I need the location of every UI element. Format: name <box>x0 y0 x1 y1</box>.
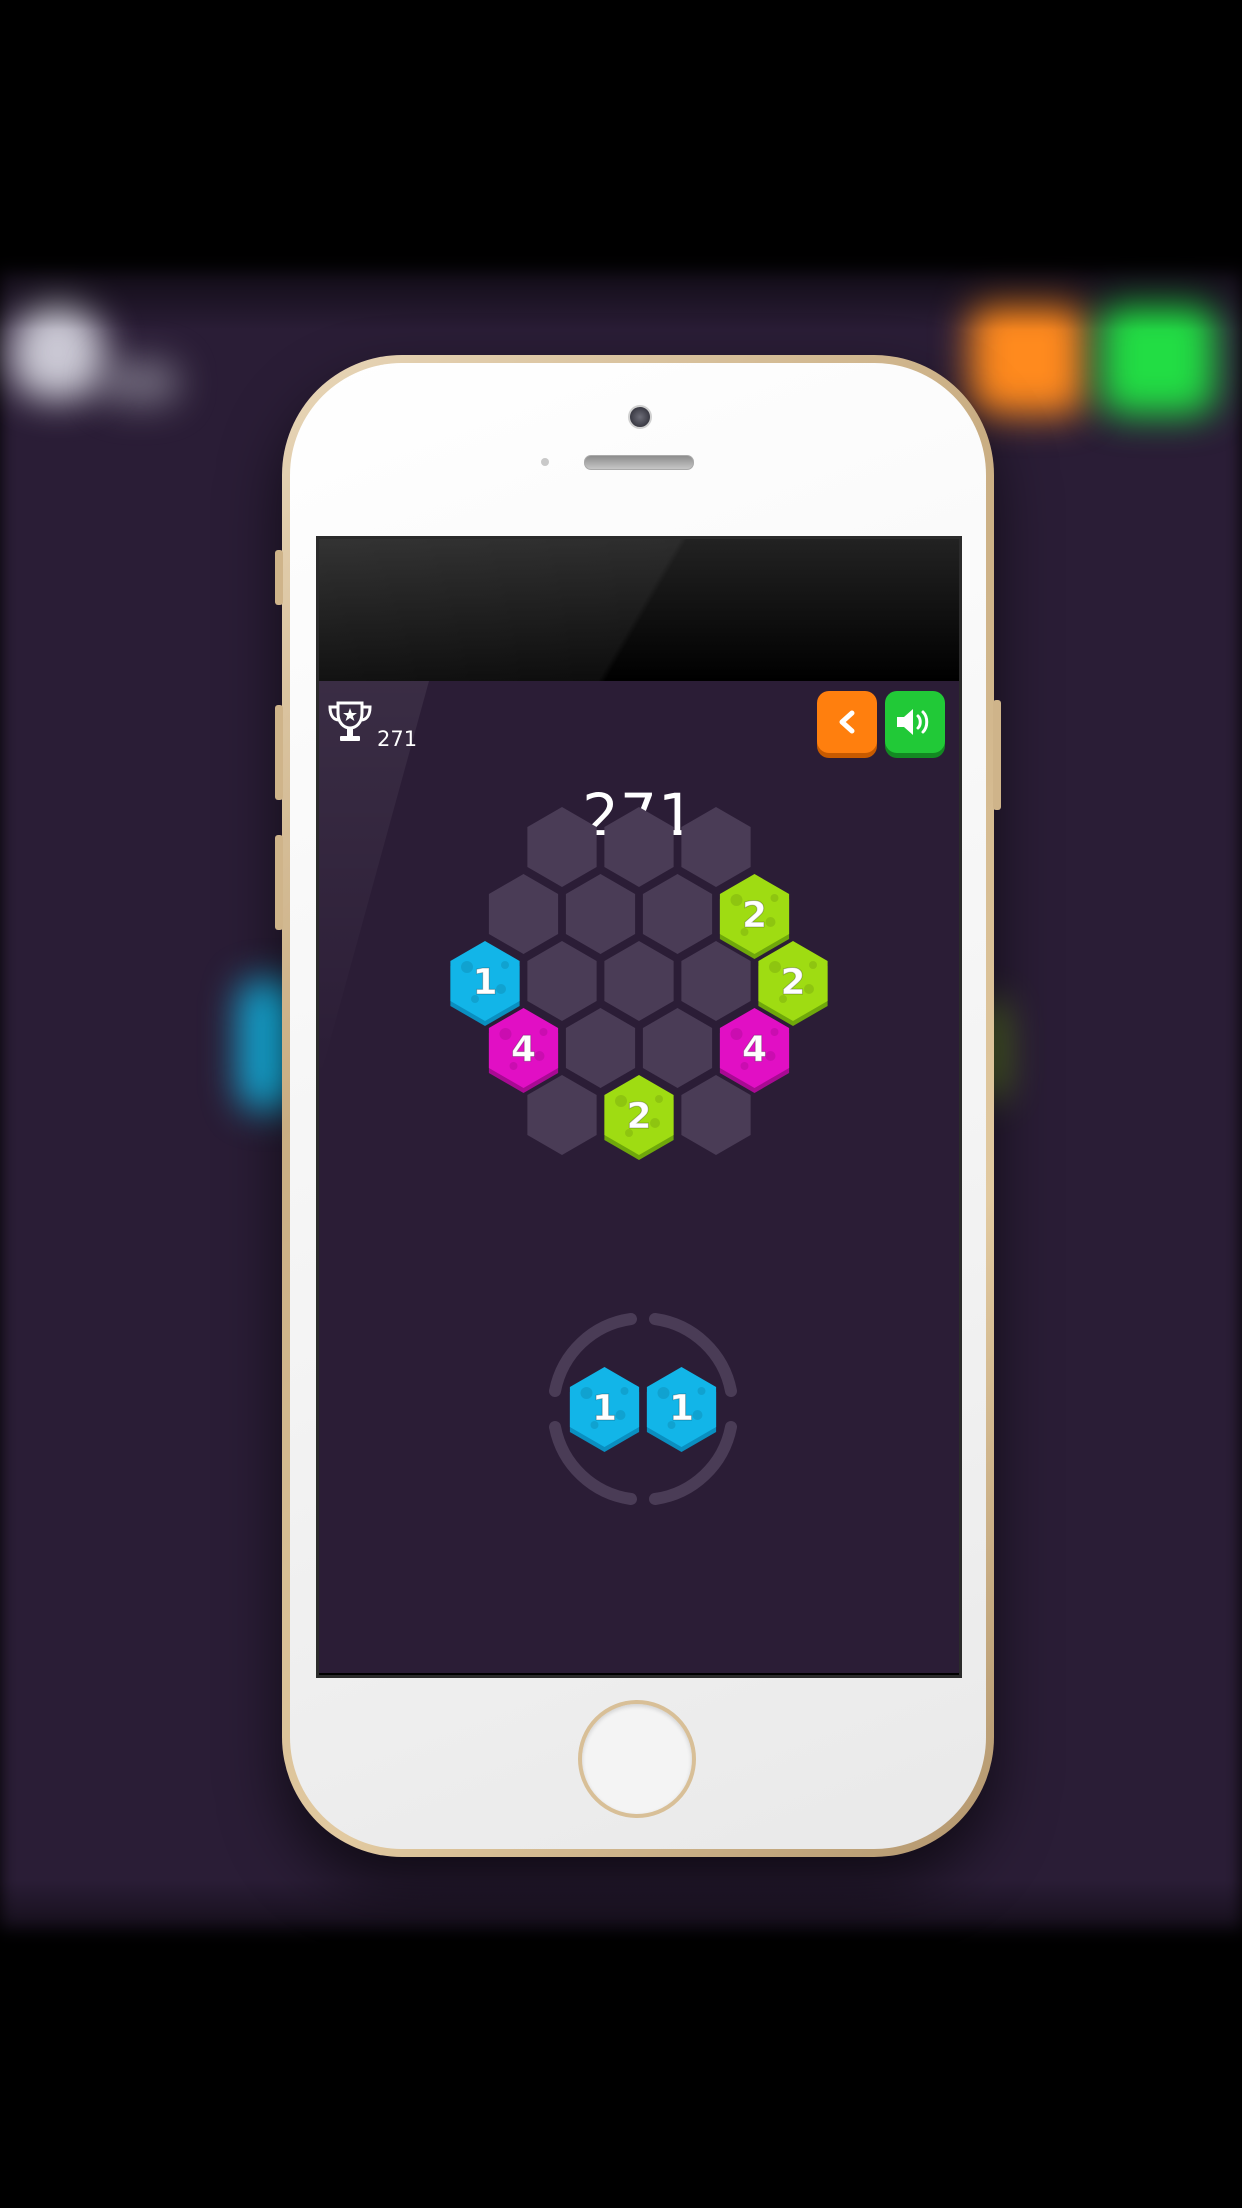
blurred-score <box>100 360 180 405</box>
board-empty-cell[interactable] <box>527 807 597 887</box>
board-empty-cell[interactable] <box>604 941 674 1021</box>
board-empty-cell[interactable] <box>642 1008 713 1088</box>
board-empty-cell[interactable] <box>681 1075 751 1155</box>
tile-spot <box>809 961 817 969</box>
board-empty-cell[interactable] <box>642 874 713 954</box>
cell-face <box>565 874 636 954</box>
piece-rotation-ring[interactable] <box>545 1311 741 1507</box>
board-empty-cell[interactable] <box>527 941 597 1021</box>
top-fade <box>0 0 1242 330</box>
tile-value: 2 <box>626 1096 651 1137</box>
board-tile[interactable]: 2 <box>719 874 790 959</box>
tile-value: 4 <box>742 1029 767 1070</box>
power-button <box>993 700 1001 810</box>
hex-board[interactable]: 21 24 42 <box>319 681 959 1673</box>
tile-spot <box>730 894 743 906</box>
cell-face <box>604 807 674 887</box>
cell-face <box>681 1075 751 1155</box>
mute-switch <box>275 550 283 605</box>
board-empty-cell[interactable] <box>527 1075 597 1155</box>
cell-face <box>681 941 751 1021</box>
tile-spot <box>655 1095 663 1103</box>
tile-spot <box>461 961 473 973</box>
cell-face <box>565 1008 636 1088</box>
home-button[interactable] <box>578 1700 696 1818</box>
board-tile[interactable]: 4 <box>488 1008 559 1093</box>
game-area: 271 271 212442 11 <box>319 681 959 1673</box>
speaker-grille <box>584 455 694 470</box>
board-tile[interactable]: 2 <box>604 1075 674 1160</box>
tile-spot <box>499 1028 512 1040</box>
board-tile[interactable]: 2 <box>758 941 828 1026</box>
bottom-fade <box>0 1880 1242 2208</box>
cell-face <box>527 807 597 887</box>
board-empty-cell[interactable] <box>565 1008 636 1088</box>
tile-value: 4 <box>511 1029 536 1070</box>
board-empty-cell[interactable] <box>681 807 751 887</box>
tile-value: 2 <box>742 895 767 936</box>
tile-value: 1 <box>472 962 497 1003</box>
tile-spot <box>770 1028 779 1036</box>
tile-spot <box>615 1095 627 1107</box>
tile-value: 2 <box>780 962 805 1003</box>
cell-face <box>604 941 674 1021</box>
camera-icon <box>628 405 652 429</box>
board-empty-cell[interactable] <box>565 874 636 954</box>
sensor <box>541 458 549 466</box>
cell-face <box>642 1008 713 1088</box>
tile-spot <box>730 1028 743 1040</box>
board-tile[interactable]: 1 <box>450 941 520 1026</box>
cell-face <box>681 807 751 887</box>
tile-spot <box>769 961 781 973</box>
board-empty-cell[interactable] <box>488 874 559 954</box>
volume-down-button <box>275 835 283 930</box>
phone-screen: 271 271 212442 11 <box>316 536 962 1678</box>
cell-face <box>488 874 559 954</box>
board-tile[interactable]: 4 <box>719 1008 790 1093</box>
cell-face <box>642 874 713 954</box>
board-empty-cell[interactable] <box>604 807 674 887</box>
board-empty-cell[interactable] <box>681 941 751 1021</box>
cell-face <box>527 1075 597 1155</box>
tile-spot <box>501 961 509 969</box>
screen-glare <box>319 539 959 681</box>
cell-face <box>527 941 597 1021</box>
tile-spot <box>539 1028 548 1036</box>
tile-spot <box>770 894 779 902</box>
volume-up-button <box>275 705 283 800</box>
